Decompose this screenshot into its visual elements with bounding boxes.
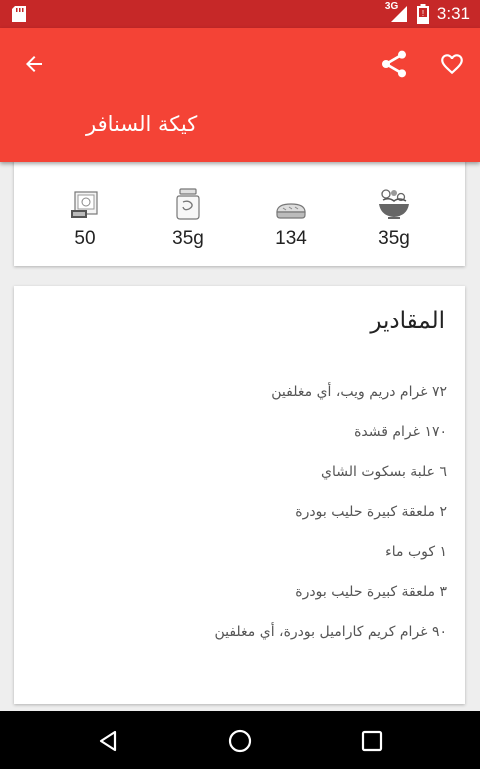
battery-icon: !: [416, 4, 429, 24]
heart-outline-icon: [441, 54, 463, 75]
recipe-title: كيكة السنافر: [86, 112, 198, 136]
stat-value: 50: [74, 228, 96, 249]
list-item: ٧٢ غرام دريم ويب، أي مغلفين: [271, 384, 447, 400]
nav-home-icon: [228, 729, 252, 753]
nav-home-button[interactable]: [222, 723, 258, 759]
sd-card-icon: [12, 6, 26, 22]
jar-icon: [176, 188, 200, 220]
arrow-back-icon: [26, 56, 42, 72]
navigation-bar: [0, 711, 480, 769]
list-item: ٢ ملعقة كبيرة حليب بودرة: [295, 504, 447, 520]
nav-recents-button[interactable]: [354, 723, 390, 759]
list-item: ١ كوب ماء: [385, 544, 447, 560]
nav-back-icon: [99, 730, 117, 752]
list-item: ٩٠ غرام كريم كاراميل بودرة، أي مغلفين: [214, 624, 447, 640]
clock: 3:31: [436, 4, 470, 23]
favorite-button[interactable]: [430, 42, 474, 86]
stat-item: 134: [246, 186, 336, 250]
stat-item: 35g: [143, 186, 233, 250]
back-button[interactable]: [14, 44, 54, 84]
salad-bowl-icon: [379, 189, 409, 219]
signal-icon: 3G: [385, 1, 409, 24]
stat-item: 50: [40, 186, 130, 250]
svg-text:!: !: [422, 9, 424, 18]
nav-back-button[interactable]: [90, 723, 126, 759]
list-item: ٣ ملعقة كبيرة حليب بودرة: [295, 584, 447, 600]
stat-item: 35g: [349, 186, 439, 250]
share-icon: [382, 50, 406, 78]
nav-recents-icon: [361, 730, 383, 752]
status-bar: 3G ! 3:31: [0, 0, 480, 28]
list-item: ٦ علبة بسكوت الشاي: [321, 464, 447, 480]
share-button[interactable]: [372, 42, 416, 86]
stat-value: 35g: [172, 228, 204, 249]
list-item: ١٧٠ غرام قشدة: [354, 424, 447, 440]
scale-icon: [71, 191, 98, 218]
ingredients-card: المقادير ٧٢ غرام دريم ويب، أي مغلفين ١٧٠…: [14, 286, 465, 704]
bread-icon: [276, 203, 306, 219]
stat-value: 35g: [378, 228, 410, 249]
ingredients-list: ٧٢ غرام دريم ويب، أي مغلفين ١٧٠ غرام قشد…: [214, 382, 447, 662]
app-bar: كيكة السنافر: [0, 28, 480, 162]
stat-value: 134: [275, 228, 307, 249]
ingredients-title: المقادير: [370, 308, 445, 334]
